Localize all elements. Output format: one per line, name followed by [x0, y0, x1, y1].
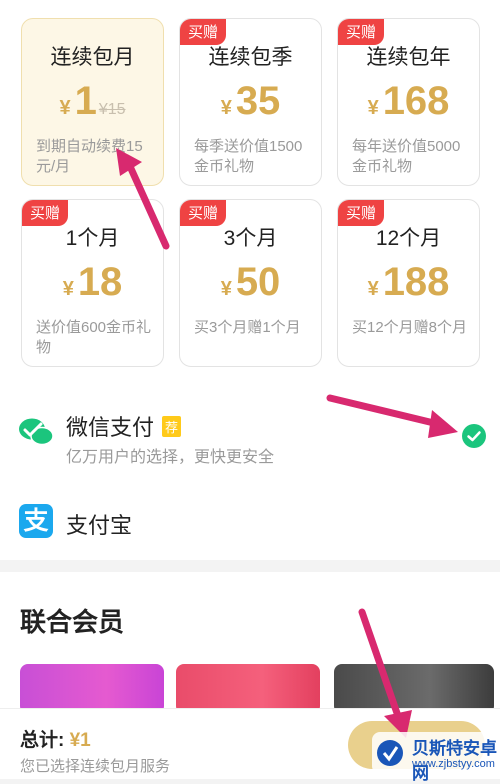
- original-price: ¥15: [98, 101, 126, 118]
- watermark-url: www.zjbstyy.com: [412, 758, 495, 770]
- section-title: 联合会员: [20, 607, 125, 637]
- plan-price: ¥18: [62, 260, 123, 304]
- plan-name: 连续包月: [50, 46, 135, 69]
- plan-card-yearly-auto[interactable]: 买赠 连续包年 ¥168 每年送价值5000金币礼物: [337, 18, 480, 186]
- plan-card-3-months[interactable]: 买赠 3个月 ¥50 买3个月赠1个月: [179, 199, 322, 367]
- blurred-member-card[interactable]: [176, 664, 320, 714]
- plan-price: ¥1 ¥15: [59, 79, 126, 123]
- plan-desc: 每年送价值5000金币礼物: [352, 138, 461, 175]
- plan-card-12-months[interactable]: 买赠 12个月 ¥188 买12个月赠8个月: [337, 199, 480, 367]
- plan-desc: 到期自动续费15元/月: [36, 138, 143, 175]
- blurred-member-card[interactable]: [20, 664, 164, 714]
- alipay-icon: 支: [19, 504, 53, 538]
- plan-card-monthly-auto[interactable]: 连续包月 ¥1 ¥15 到期自动续费15元/月: [21, 18, 164, 186]
- plan-desc: 买12个月赠8个月: [352, 319, 468, 336]
- plan-name: 1个月: [65, 227, 120, 250]
- total-value: ¥1: [69, 730, 91, 751]
- plan-price: ¥188: [367, 260, 450, 304]
- wechat-icon: [19, 418, 53, 446]
- plan-name: 3个月: [223, 227, 278, 250]
- plan-desc: 送价值600金币礼物: [36, 319, 152, 356]
- plan-price: ¥35: [220, 79, 281, 123]
- blurred-member-card[interactable]: [334, 664, 494, 714]
- plan-card-1-month[interactable]: 买赠 1个月 ¥18 送价值600金币礼物: [21, 199, 164, 367]
- plan-desc: 买3个月赠1个月: [194, 319, 301, 336]
- recommended-tag: 荐: [162, 416, 182, 437]
- plan-sheet: 连续包月 ¥1 ¥15 到期自动续费15元/月 买赠 连续包季 ¥35 每季送价值…: [0, 0, 500, 560]
- payment-option-wechat[interactable]: 微信支付荐 亿万用户的选择，更快更安全: [0, 395, 500, 475]
- selected-plan-summary: 您已选择连续包月服务: [20, 758, 171, 775]
- plan-name: 12个月: [375, 227, 442, 250]
- selected-check-icon[interactable]: [462, 424, 486, 448]
- payment-option-alipay[interactable]: 支付宝: [0, 488, 500, 552]
- wechat-pay-label: 微信支付: [66, 415, 155, 440]
- plan-name: 连续包年: [366, 46, 451, 69]
- plan-desc: 每季送价值1500金币礼物: [194, 138, 303, 175]
- plan-price: ¥168: [367, 79, 450, 123]
- wechat-pay-subtitle: 亿万用户的选择，更快更安全: [66, 449, 275, 466]
- total-label: 总计:: [20, 730, 70, 751]
- plan-card-quarterly-auto[interactable]: 买赠 连续包季 ¥35 每季送价值1500金币礼物: [179, 18, 322, 186]
- plan-name: 连续包季: [208, 46, 293, 69]
- alipay-label: 支付宝: [66, 513, 133, 538]
- plan-price: ¥50: [220, 260, 281, 304]
